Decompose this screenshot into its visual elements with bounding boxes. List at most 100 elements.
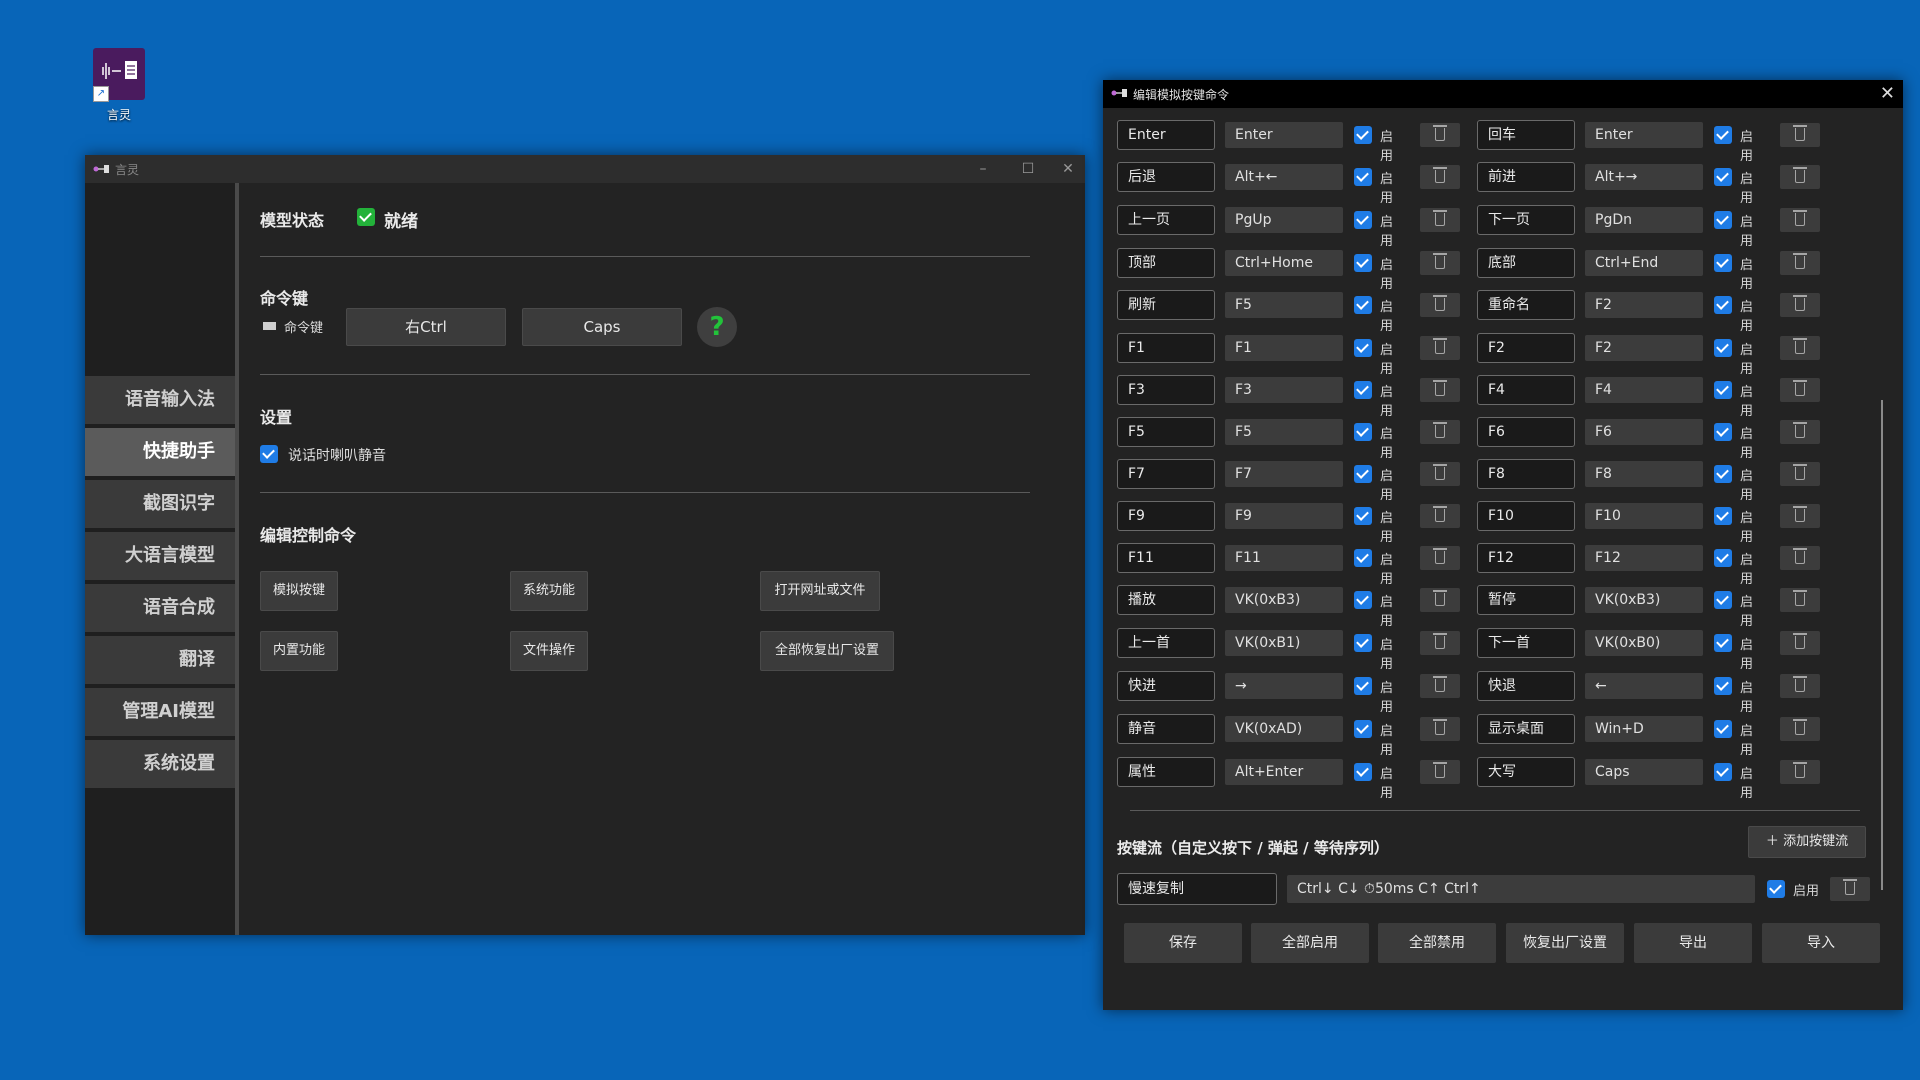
command-key-input[interactable]: Alt+→ <box>1585 164 1703 190</box>
command-key-input[interactable]: F11 <box>1225 545 1343 571</box>
disable-all-button[interactable]: 全部禁用 <box>1378 923 1496 963</box>
enable-checkbox[interactable] <box>1714 423 1732 441</box>
command-key-input[interactable]: Alt+← <box>1225 164 1343 190</box>
delete-button[interactable] <box>1780 504 1820 528</box>
command-key-input[interactable]: F2 <box>1585 292 1703 318</box>
enable-checkbox[interactable] <box>1354 254 1372 272</box>
add-key-flow-button[interactable]: ＋ 添加按键流 <box>1748 826 1866 858</box>
command-name-input[interactable]: 底部 <box>1477 248 1575 278</box>
enable-all-button[interactable]: 全部启用 <box>1251 923 1369 963</box>
enable-checkbox[interactable] <box>1714 254 1732 272</box>
command-name-input[interactable]: F5 <box>1117 417 1215 447</box>
command-key-input[interactable]: Enter <box>1585 122 1703 148</box>
delete-button[interactable] <box>1420 546 1460 570</box>
delete-button[interactable] <box>1780 760 1820 784</box>
command-key-caps-button[interactable]: Caps <box>522 308 682 346</box>
minimize-button[interactable]: – <box>965 159 1001 179</box>
enable-checkbox[interactable] <box>1714 549 1732 567</box>
restore-defaults-button[interactable]: 恢复出厂设置 <box>1506 923 1624 963</box>
sidebar-item-ocr[interactable]: 截图识字 <box>85 480 235 528</box>
command-name-input[interactable]: 静音 <box>1117 714 1215 744</box>
delete-button[interactable] <box>1420 588 1460 612</box>
delete-button[interactable] <box>1420 420 1460 444</box>
open-url-file-button[interactable]: 打开网址或文件 <box>760 571 880 611</box>
command-key-input[interactable]: Caps <box>1585 759 1703 785</box>
enable-checkbox[interactable] <box>1714 296 1732 314</box>
delete-button[interactable] <box>1780 165 1820 189</box>
enable-checkbox[interactable] <box>1714 763 1732 781</box>
command-name-input[interactable]: 后退 <box>1117 162 1215 192</box>
command-key-input[interactable]: Ctrl+End <box>1585 250 1703 276</box>
delete-button[interactable] <box>1780 208 1820 232</box>
enable-checkbox[interactable] <box>1354 677 1372 695</box>
enable-checkbox[interactable] <box>1714 339 1732 357</box>
delete-button[interactable] <box>1780 251 1820 275</box>
key-flow-name-input[interactable]: 慢速复制 <box>1117 873 1277 905</box>
command-key-input[interactable]: Win+D <box>1585 716 1703 742</box>
sidebar-item-manage-models[interactable]: 管理AI模型 <box>85 688 235 736</box>
command-key-input[interactable]: F12 <box>1585 545 1703 571</box>
key-flow-delete-button[interactable] <box>1830 877 1870 901</box>
sidebar-item-voice-input[interactable]: 语音输入法 <box>85 376 235 424</box>
enable-checkbox[interactable] <box>1354 168 1372 186</box>
command-name-input[interactable]: Enter <box>1117 120 1215 150</box>
delete-button[interactable] <box>1420 504 1460 528</box>
import-button[interactable]: 导入 <box>1762 923 1880 963</box>
command-name-input[interactable]: 大写 <box>1477 757 1575 787</box>
enable-checkbox[interactable] <box>1354 296 1372 314</box>
enable-checkbox[interactable] <box>1354 126 1372 144</box>
enable-checkbox[interactable] <box>1354 465 1372 483</box>
export-button[interactable]: 导出 <box>1634 923 1752 963</box>
command-key-input[interactable]: Alt+Enter <box>1225 759 1343 785</box>
command-key-input[interactable]: PgUp <box>1225 207 1343 233</box>
command-name-input[interactable]: 暂停 <box>1477 585 1575 615</box>
main-titlebar[interactable]: 言灵 – ☐ ✕ <box>85 155 1085 183</box>
command-key-input[interactable]: VK(0xB0) <box>1585 630 1703 656</box>
command-name-input[interactable]: 顶部 <box>1117 248 1215 278</box>
delete-button[interactable] <box>1780 674 1820 698</box>
delete-button[interactable] <box>1420 760 1460 784</box>
enable-checkbox[interactable] <box>1714 720 1732 738</box>
enable-checkbox[interactable] <box>1354 720 1372 738</box>
command-name-input[interactable]: 重命名 <box>1477 290 1575 320</box>
command-key-input[interactable]: F8 <box>1585 461 1703 487</box>
command-name-input[interactable]: 快进 <box>1117 671 1215 701</box>
delete-button[interactable] <box>1420 165 1460 189</box>
enable-checkbox[interactable] <box>1354 591 1372 609</box>
command-name-input[interactable]: F8 <box>1477 459 1575 489</box>
enable-checkbox[interactable] <box>1714 507 1732 525</box>
delete-button[interactable] <box>1420 251 1460 275</box>
delete-button[interactable] <box>1780 336 1820 360</box>
command-key-input[interactable]: PgDn <box>1585 207 1703 233</box>
save-button[interactable]: 保存 <box>1124 923 1242 963</box>
command-name-input[interactable]: 下一首 <box>1477 628 1575 658</box>
desktop-app-icon[interactable]: ↗ 言灵 <box>86 48 152 123</box>
delete-button[interactable] <box>1420 717 1460 741</box>
command-name-input[interactable]: 回车 <box>1477 120 1575 150</box>
command-name-input[interactable]: 下一页 <box>1477 205 1575 235</box>
delete-button[interactable] <box>1420 378 1460 402</box>
command-key-input[interactable]: ← <box>1585 673 1703 699</box>
delete-button[interactable] <box>1420 208 1460 232</box>
maximize-button[interactable]: ☐ <box>1010 159 1046 179</box>
enable-checkbox[interactable] <box>1354 763 1372 781</box>
command-name-input[interactable]: 上一页 <box>1117 205 1215 235</box>
command-name-input[interactable]: F7 <box>1117 459 1215 489</box>
command-name-input[interactable]: F2 <box>1477 333 1575 363</box>
command-name-input[interactable]: F1 <box>1117 333 1215 363</box>
mute-checkbox[interactable] <box>260 445 278 463</box>
command-key-right-ctrl-button[interactable]: 右Ctrl <box>346 308 506 346</box>
help-icon[interactable]: ? <box>697 307 737 347</box>
close-button[interactable]: ✕ <box>1050 159 1086 179</box>
sidebar-item-quick-assistant[interactable]: 快捷助手 <box>85 428 235 476</box>
command-key-input[interactable]: F7 <box>1225 461 1343 487</box>
delete-button[interactable] <box>1420 293 1460 317</box>
command-name-input[interactable]: F11 <box>1117 543 1215 573</box>
command-key-input[interactable]: F1 <box>1225 335 1343 361</box>
system-functions-button[interactable]: 系统功能 <box>510 571 588 611</box>
sidebar-item-translate[interactable]: 翻译 <box>85 636 235 684</box>
command-key-input[interactable]: VK(0xB1) <box>1225 630 1343 656</box>
command-key-input[interactable]: Enter <box>1225 122 1343 148</box>
delete-button[interactable] <box>1780 462 1820 486</box>
command-key-input[interactable]: F2 <box>1585 335 1703 361</box>
